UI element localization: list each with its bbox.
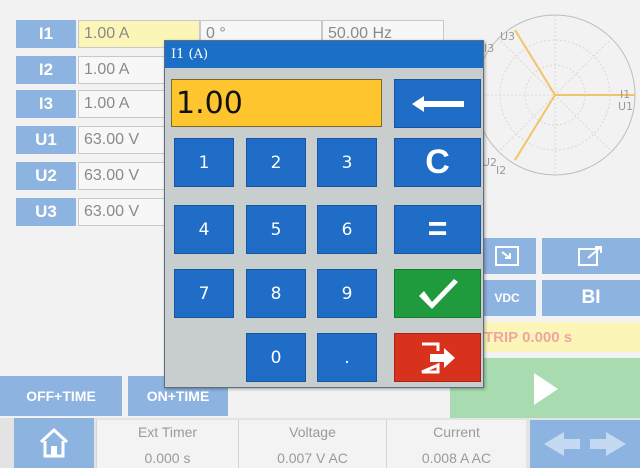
- key-9[interactable]: 9: [317, 269, 377, 318]
- phasor-label-u2: U2: [482, 156, 497, 169]
- key-8[interactable]: 8: [246, 269, 306, 318]
- current-value: 0.008 A AC: [421, 450, 492, 466]
- bi-button[interactable]: BI: [542, 280, 640, 316]
- numeric-keypad-dialog: I1 (A) 1.00 1 2 3 C 4 5 6 = 7 8 9 0 .: [164, 40, 484, 388]
- key-1[interactable]: 1: [174, 138, 234, 187]
- dialog-title: I1 (A): [165, 41, 483, 68]
- key-4[interactable]: 4: [174, 205, 234, 254]
- home-icon: [39, 427, 69, 458]
- key-2[interactable]: 2: [246, 138, 306, 187]
- save-file-icon: [578, 246, 602, 266]
- save-file-button[interactable]: [542, 238, 640, 274]
- backspace-arrow-icon: [411, 95, 464, 112]
- key-5[interactable]: 5: [246, 205, 306, 254]
- ext-timer-status: Ext Timer 0.000 s: [96, 420, 238, 468]
- phasor-label-i3: I3: [484, 42, 494, 55]
- load-file-button[interactable]: [478, 238, 536, 274]
- key-0[interactable]: 0: [246, 333, 306, 382]
- current-title: Current: [433, 424, 480, 440]
- key-decimal[interactable]: .: [317, 333, 377, 382]
- play-icon: [534, 373, 558, 405]
- off-time-button[interactable]: OFF+TIME: [0, 376, 122, 416]
- channel-label-u2[interactable]: U2: [16, 162, 76, 190]
- equals-button[interactable]: =: [394, 205, 481, 254]
- key-6[interactable]: 6: [317, 205, 377, 254]
- phasor-label-u3: U3: [500, 30, 515, 43]
- channel-label-i2[interactable]: I2: [16, 56, 76, 84]
- ok-button[interactable]: [394, 269, 481, 318]
- vdc-button[interactable]: VDC: [478, 280, 536, 316]
- voltage-value: 0.007 V AC: [277, 450, 348, 466]
- ext-timer-value: 0.000 s: [144, 450, 191, 466]
- left-right-arrows-icon: [544, 432, 626, 456]
- ext-timer-title: Ext Timer: [137, 424, 198, 440]
- channel-label-u1[interactable]: U1: [16, 126, 76, 154]
- navigation-arrows[interactable]: [530, 420, 640, 468]
- phasor-label-u1: U1: [618, 100, 633, 113]
- clear-button[interactable]: C: [394, 138, 481, 187]
- value-display[interactable]: 1.00: [171, 79, 382, 127]
- channel-label-i3[interactable]: I3: [16, 90, 76, 118]
- backspace-button[interactable]: [394, 79, 481, 128]
- voltage-title: Voltage: [289, 424, 336, 440]
- voltage-status: Voltage 0.007 V AC: [238, 420, 386, 468]
- channel-label-u3[interactable]: U3: [16, 198, 76, 226]
- key-7[interactable]: 7: [174, 269, 234, 318]
- load-file-icon: [495, 246, 519, 266]
- key-3[interactable]: 3: [317, 138, 377, 187]
- checkmark-icon: [418, 278, 458, 309]
- current-status: Current 0.008 A AC: [386, 420, 526, 468]
- exit-door-icon: [420, 342, 455, 373]
- phasor-label-i2: I2: [496, 164, 506, 177]
- trip-indicator: TRIP 0.000 s: [478, 322, 640, 352]
- channel-label-i1[interactable]: I1: [16, 20, 76, 48]
- home-button[interactable]: [14, 418, 94, 468]
- exit-button[interactable]: [394, 333, 481, 382]
- phasor-diagram: I3 U3 I1 U1 U2 I2: [470, 10, 640, 185]
